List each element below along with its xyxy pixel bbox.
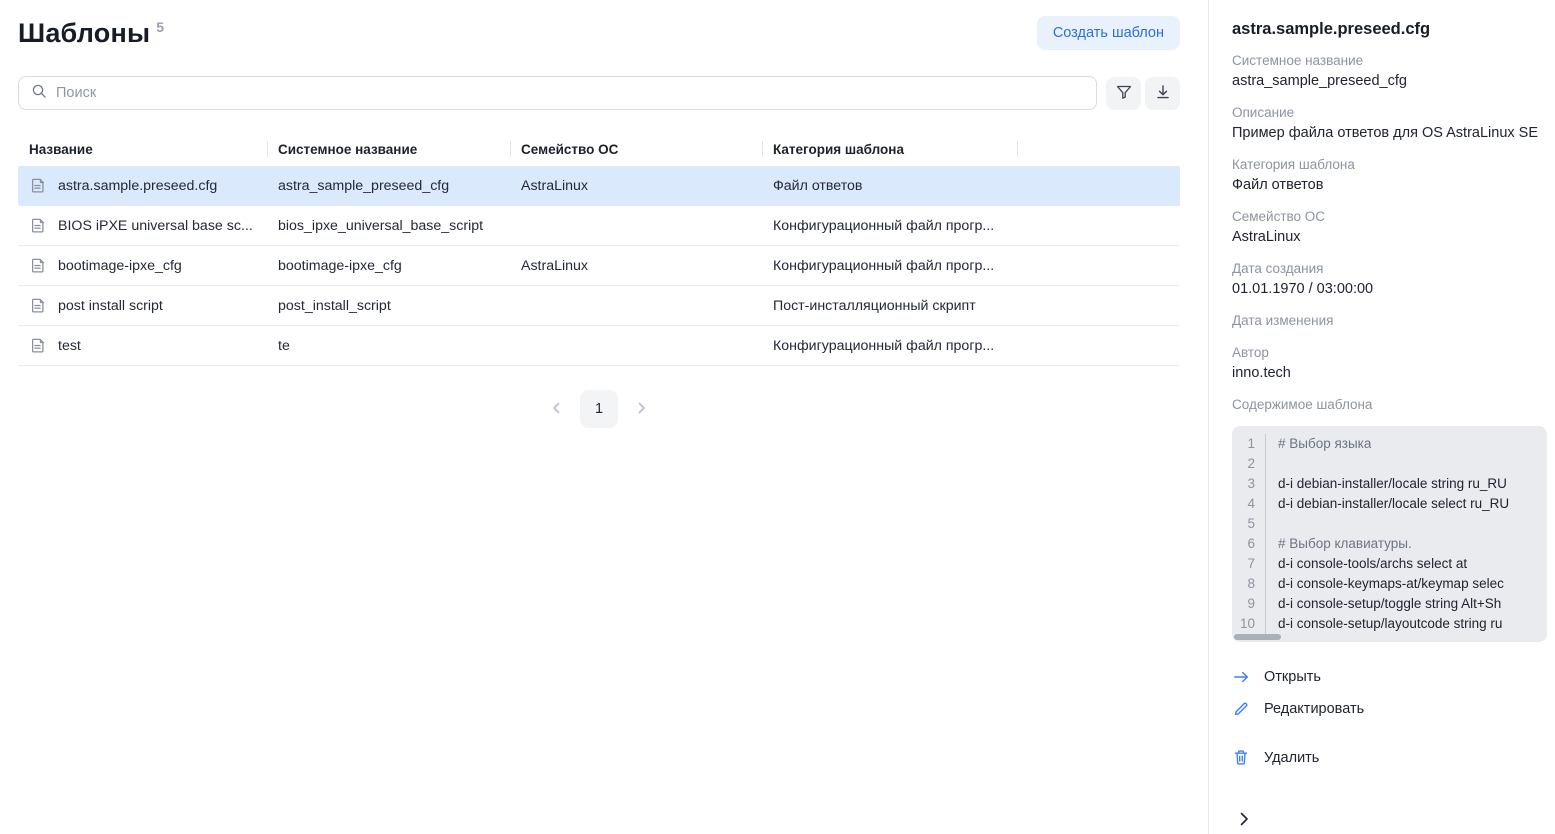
field-system-name: Системное название astra_sample_preseed_… xyxy=(1232,51,1547,91)
document-icon xyxy=(29,257,46,274)
row-name: BIOS iPXE universal base sc... xyxy=(58,218,253,234)
chevron-right-icon xyxy=(1236,811,1252,830)
collapse-panel-button[interactable] xyxy=(1236,807,1264,834)
row-os-family: AstraLinux xyxy=(510,258,762,274)
pagination: 1 xyxy=(18,390,1180,428)
delete-action[interactable]: Удалить xyxy=(1232,747,1547,769)
open-action[interactable]: Открыть xyxy=(1232,666,1547,688)
row-name: bootimage-ipxe_cfg xyxy=(58,258,182,274)
arrow-right-icon xyxy=(1232,670,1250,684)
code-line: 8d-i console-keymaps-at/keymap selec xyxy=(1232,574,1547,594)
templates-page: Шаблоны 5 Создать шаблон Название Системн… xyxy=(0,0,1209,834)
page-title-text: Шаблоны xyxy=(18,18,150,48)
create-template-button[interactable]: Создать шаблон xyxy=(1037,16,1180,50)
template-content-preview[interactable]: 1# Выбор языка 2 3d-i debian-installer/l… xyxy=(1232,426,1547,642)
row-category: Пост-инсталляционный скрипт xyxy=(762,298,1017,314)
edit-action[interactable]: Редактировать xyxy=(1232,698,1547,720)
code-line: 3d-i debian-installer/locale string ru_R… xyxy=(1232,474,1547,494)
row-system-name: bootimage-ipxe_cfg xyxy=(267,258,510,274)
field-category: Категория шаблона Файл ответов xyxy=(1232,155,1547,195)
row-system-name: post_install_script xyxy=(267,298,510,314)
code-line: 1# Выбор языка xyxy=(1232,434,1547,454)
row-category: Конфигурационный файл прогр... xyxy=(762,338,1017,354)
code-line: 6# Выбор клавиатуры. xyxy=(1232,534,1547,554)
table-row[interactable]: test te Конфигурационный файл прогр... xyxy=(18,326,1180,366)
field-description: Описание Пример файла ответов для OS Ast… xyxy=(1232,103,1547,143)
column-header-system-name: Системное название xyxy=(267,132,510,166)
row-category: Конфигурационный файл прогр... xyxy=(762,258,1017,274)
document-icon xyxy=(29,337,46,354)
code-line: 5 xyxy=(1232,514,1547,534)
page-number-button[interactable]: 1 xyxy=(580,390,618,428)
row-category: Конфигурационный файл прогр... xyxy=(762,218,1017,234)
row-name: post install script xyxy=(58,298,163,314)
search-toolbar xyxy=(18,76,1180,110)
code-line: 9d-i console-setup/toggle string Alt+Sh xyxy=(1232,594,1547,614)
column-header-category: Категория шаблона xyxy=(762,132,1017,166)
trash-icon xyxy=(1232,749,1250,766)
row-system-name: bios_ipxe_universal_base_script xyxy=(267,218,510,234)
column-header-name: Название xyxy=(18,132,267,166)
next-page-button[interactable] xyxy=(629,397,653,421)
download-icon xyxy=(1154,83,1172,104)
row-name: test xyxy=(58,338,81,354)
filter-button[interactable] xyxy=(1106,77,1141,110)
table-row[interactable]: bootimage-ipxe_cfg bootimage-ipxe_cfg As… xyxy=(18,246,1180,286)
templates-count-badge: 5 xyxy=(156,19,164,35)
open-action-label: Открыть xyxy=(1264,669,1321,685)
column-header-actions xyxy=(1017,132,1180,166)
page-header: Шаблоны 5 Создать шаблон xyxy=(18,16,1180,50)
filter-icon xyxy=(1115,83,1133,104)
field-os-family: Семейство ОС AstraLinux xyxy=(1232,207,1547,247)
row-category: Файл ответов xyxy=(762,178,1017,194)
horizontal-scrollbar[interactable] xyxy=(1234,634,1281,640)
table-row[interactable]: BIOS iPXE universal base sc... bios_ipxe… xyxy=(18,206,1180,246)
page-title: Шаблоны 5 xyxy=(18,18,164,49)
search-box xyxy=(18,76,1097,110)
row-system-name: te xyxy=(267,338,510,354)
pencil-icon xyxy=(1232,701,1250,717)
document-icon xyxy=(29,177,46,194)
document-icon xyxy=(29,217,46,234)
panel-title: astra.sample.preseed.cfg xyxy=(1232,20,1547,39)
field-author: Автор inno.tech xyxy=(1232,343,1547,383)
search-icon xyxy=(31,83,47,104)
search-input[interactable] xyxy=(56,85,1084,101)
row-os-family: AstraLinux xyxy=(510,178,762,194)
previous-page-button[interactable] xyxy=(545,397,569,421)
chevron-left-icon xyxy=(550,401,564,418)
table-row[interactable]: post install script post_install_script … xyxy=(18,286,1180,326)
table-header: Название Системное название Семейство ОС… xyxy=(18,132,1180,166)
templates-table: Название Системное название Семейство ОС… xyxy=(18,132,1180,366)
delete-action-label: Удалить xyxy=(1264,750,1319,766)
field-created-date: Дата создания 01.01.1970 / 03:00:00 xyxy=(1232,259,1547,299)
document-icon xyxy=(29,297,46,314)
table-row[interactable]: astra.sample.preseed.cfg astra_sample_pr… xyxy=(18,166,1180,206)
field-modified-date: Дата изменения xyxy=(1232,311,1547,331)
edit-action-label: Редактировать xyxy=(1264,701,1364,717)
code-line: 2 xyxy=(1232,454,1547,474)
row-system-name: astra_sample_preseed_cfg xyxy=(267,178,510,194)
download-button[interactable] xyxy=(1145,77,1180,110)
details-panel: astra.sample.preseed.cfg Системное назва… xyxy=(1209,0,1555,834)
code-line: 10d-i console-setup/layoutcode string ru xyxy=(1232,614,1547,634)
field-template-content: Содержимое шаблона xyxy=(1232,395,1547,415)
code-line: 4d-i debian-installer/locale select ru_R… xyxy=(1232,494,1547,514)
chevron-right-icon xyxy=(634,401,648,418)
row-name: astra.sample.preseed.cfg xyxy=(58,178,217,194)
code-line: 7d-i console-tools/archs select at xyxy=(1232,554,1547,574)
column-header-os-family: Семейство ОС xyxy=(510,132,762,166)
